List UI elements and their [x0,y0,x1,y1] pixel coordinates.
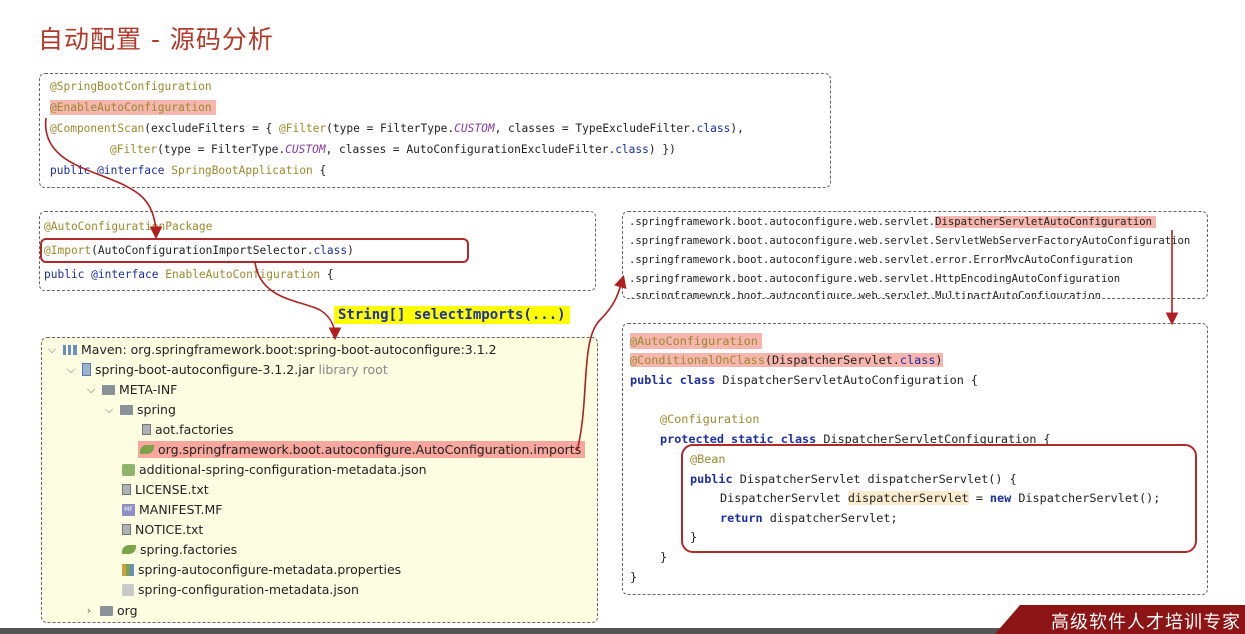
springbootapplication-decl: public @interface SpringBootApplication … [50,164,327,177]
tree-org-folder[interactable]: › org [82,603,138,618]
tree-manifest[interactable]: MF MANIFEST.MF [122,502,223,517]
chevron-down-icon[interactable]: ⌵ [102,403,116,417]
annotation-enableautoconfiguration: @EnableAutoConfiguration [50,100,216,115]
filter-line: @Filter(type = FilterType.CUSTOM, classe… [110,143,676,156]
tree-autoconfiguration-imports[interactable]: org.springframework.boot.autoconfigure.A… [138,441,586,458]
folder-icon [102,384,115,395]
dispatcher-servlet-autoconfig-entry: DispatcherServletAutoConfiguration [935,216,1157,228]
chevron-down-icon[interactable]: ⌵ [45,343,59,357]
chevron-right-icon[interactable]: › [82,604,96,617]
inner-class-close-brace: } [660,550,668,564]
library-icon [63,344,77,355]
tree-additional-metadata[interactable]: additional-spring-configuration-metadata… [122,462,427,477]
brand-badge: 高级软件人才培训专家 [995,605,1245,634]
page-title: 自动配置 - 源码分析 [38,25,274,54]
tree-spring-folder[interactable]: ⌵ spring [102,402,176,417]
class-decl: public class DispatcherServletAutoConfig… [630,373,979,387]
imports-line-4: .springframework.boot.autoconfigure.web.… [629,273,1121,285]
json-file-icon [122,583,134,596]
manifest-file-icon: MF [122,503,135,516]
project-file-tree: ⌵ Maven: org.springframework.boot:spring… [41,337,598,623]
annotation-autoconfigurationpackage: @AutoConfigurationPackage [44,220,213,233]
imports-line-5: .springframework.boot.autoconfigure.web.… [629,290,1101,299]
folder-icon [100,605,113,616]
import-highlight-frame [40,238,469,263]
class-close-brace: } [630,570,638,584]
annotation-autoconfiguration: @AutoConfiguration [630,333,762,349]
tree-spring-factories[interactable]: spring.factories [122,542,237,557]
tree-notice[interactable]: NOTICE.txt [122,522,203,537]
annotation-configuration: @Configuration [660,412,760,426]
componentscan-line: @ComponentScan(excludeFilters = { @Filte… [50,122,744,135]
jar-icon [82,363,91,376]
tree-meta-inf[interactable]: ⌵ META-INF [84,382,178,397]
tree-jar[interactable]: ⌵ spring-boot-autoconfigure-3.1.2.jar li… [64,362,388,377]
spring-boot-application-code: @SpringBootConfiguration @EnableAutoConf… [39,73,831,188]
chevron-down-icon[interactable]: ⌵ [84,383,98,397]
conditional-on-class-line: @ConditionalOnClass(DispatcherServlet.cl… [630,353,943,367]
enableautoconfiguration-decl: public @interface EnableAutoConfiguratio… [44,268,334,281]
chevron-down-icon[interactable]: ⌵ [64,363,78,377]
autoconfiguration-imports-file: .springframework.boot.autoconfigure.web.… [622,211,1208,299]
folder-icon [120,404,133,415]
spring-leaf-icon [140,445,154,454]
properties-file-icon [122,563,134,576]
spring-leaf-icon [122,545,136,554]
annotation-springbootconfiguration: @SpringBootConfiguration [50,80,212,93]
tree-root-maven[interactable]: ⌵ Maven: org.springframework.boot:spring… [45,342,497,357]
tree-aot-factories[interactable]: aot.factories [142,422,233,437]
json-file-icon [122,463,135,476]
text-file-icon [142,424,151,435]
imports-line-3: .springframework.boot.autoconfigure.web.… [629,254,1133,266]
text-file-icon [122,484,131,495]
text-file-icon [122,524,131,535]
imports-line-2: .springframework.boot.autoconfigure.web.… [629,235,1191,247]
tree-autoconfigure-metadata[interactable]: spring-autoconfigure-metadata.properties [122,562,401,577]
bean-method-frame [681,444,1197,553]
tree-license[interactable]: LICENSE.txt [122,482,209,497]
tree-configuration-metadata[interactable]: spring-configuration-metadata.json [122,582,359,597]
select-imports-callout: String[] selectImports(...) [334,306,570,324]
